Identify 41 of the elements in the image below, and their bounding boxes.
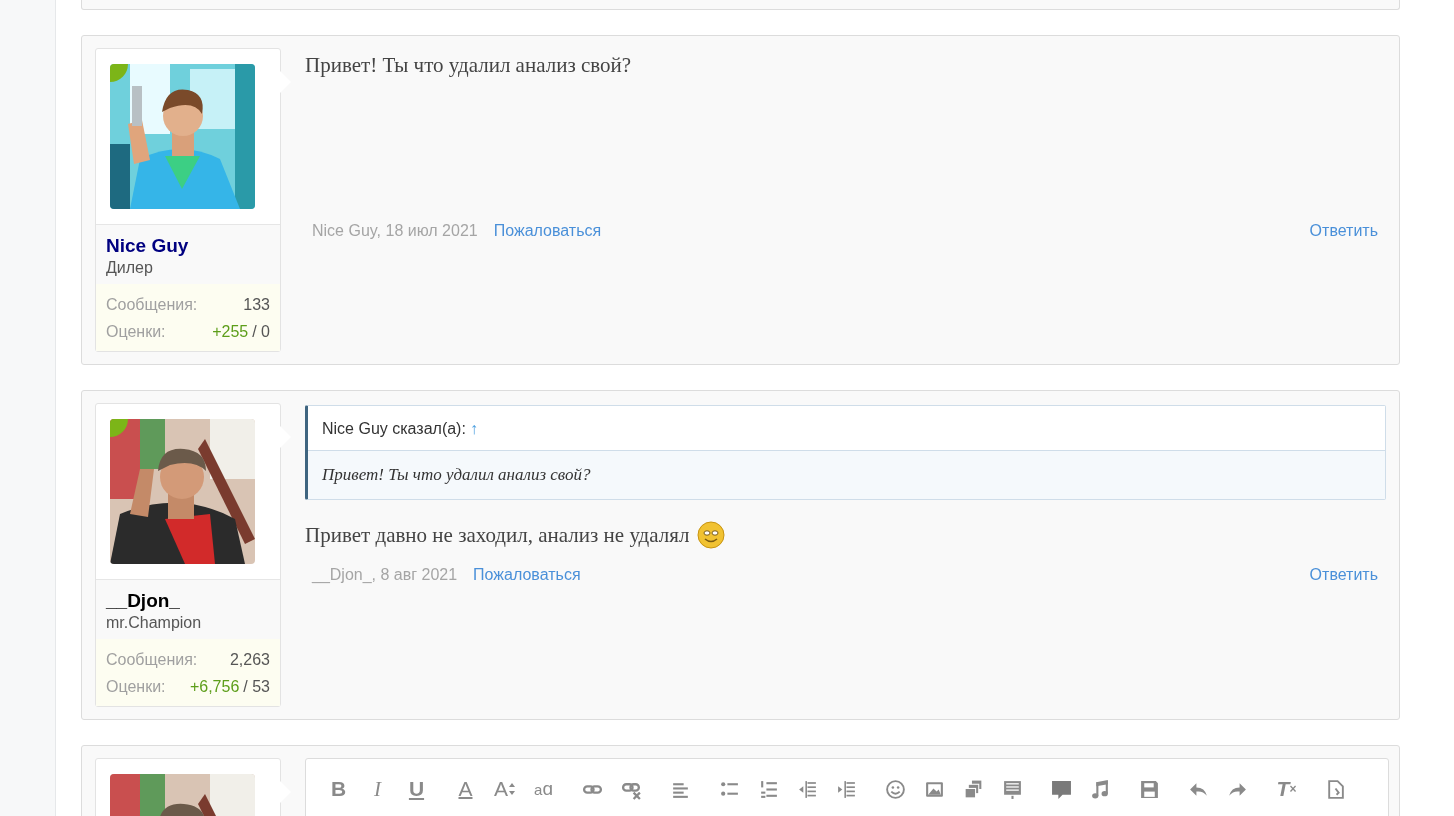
report-link[interactable]: Пожаловаться xyxy=(473,566,581,584)
positive-rating: +255 xyxy=(212,323,249,340)
underline-button[interactable]: U xyxy=(398,772,435,806)
stat-value: 2,263 xyxy=(229,650,270,670)
music-note-icon xyxy=(1090,778,1111,800)
user-title: mr.Champion xyxy=(106,613,203,633)
stat-value: 133 xyxy=(243,295,270,315)
smiley-icon xyxy=(697,521,726,549)
arrows-icon xyxy=(509,783,515,795)
reply-link[interactable]: Ответить xyxy=(1309,222,1378,240)
speech-bubble-icon xyxy=(1051,778,1072,800)
positive-rating: +6,756 xyxy=(189,678,240,695)
stat-label: Сообщения: xyxy=(106,650,198,670)
jump-link[interactable]: ↑ xyxy=(469,420,478,438)
username-link[interactable]: __Djon_ xyxy=(106,589,270,613)
post-text: Привет! Ты что удалил анализ свой? xyxy=(305,52,632,79)
bold-button[interactable]: B xyxy=(320,772,357,806)
stat-label: Оценки: xyxy=(106,677,166,697)
outdent-icon xyxy=(797,778,818,800)
post-byline: __Djon_, 8 авг 2021 xyxy=(312,566,458,584)
italic-button[interactable]: I xyxy=(359,772,396,806)
stacked-squares-icon xyxy=(963,778,984,800)
post-byline: Nice Guy, 18 июл 2021 xyxy=(312,222,478,240)
smiley-icon xyxy=(885,778,906,800)
font-size-button[interactable]: A xyxy=(486,772,523,806)
quote-author: Nice Guy сказал(а): xyxy=(322,420,466,438)
stat-label: Сообщения: xyxy=(106,295,198,315)
document-wrench-icon xyxy=(1325,778,1346,800)
reply-link[interactable]: Ответить xyxy=(1309,566,1378,584)
rating-total: / 53 xyxy=(243,678,270,695)
post-text: Привет давно не заходил, анализ не удалял xyxy=(305,522,690,549)
document-icon xyxy=(1002,778,1023,800)
stat-label: Оценки: xyxy=(106,322,166,342)
username-link[interactable]: Nice Guy xyxy=(106,234,270,258)
user-title: Дилер xyxy=(106,258,154,278)
numbered-list-icon xyxy=(758,778,779,800)
report-link[interactable]: Пожаловаться xyxy=(493,222,602,240)
rating-total: / 0 xyxy=(252,323,270,340)
text-color-button[interactable]: A xyxy=(447,772,484,806)
quote-text: Привет! Ты что удалил анализ свой? xyxy=(322,465,591,484)
indent-icon xyxy=(836,778,857,800)
